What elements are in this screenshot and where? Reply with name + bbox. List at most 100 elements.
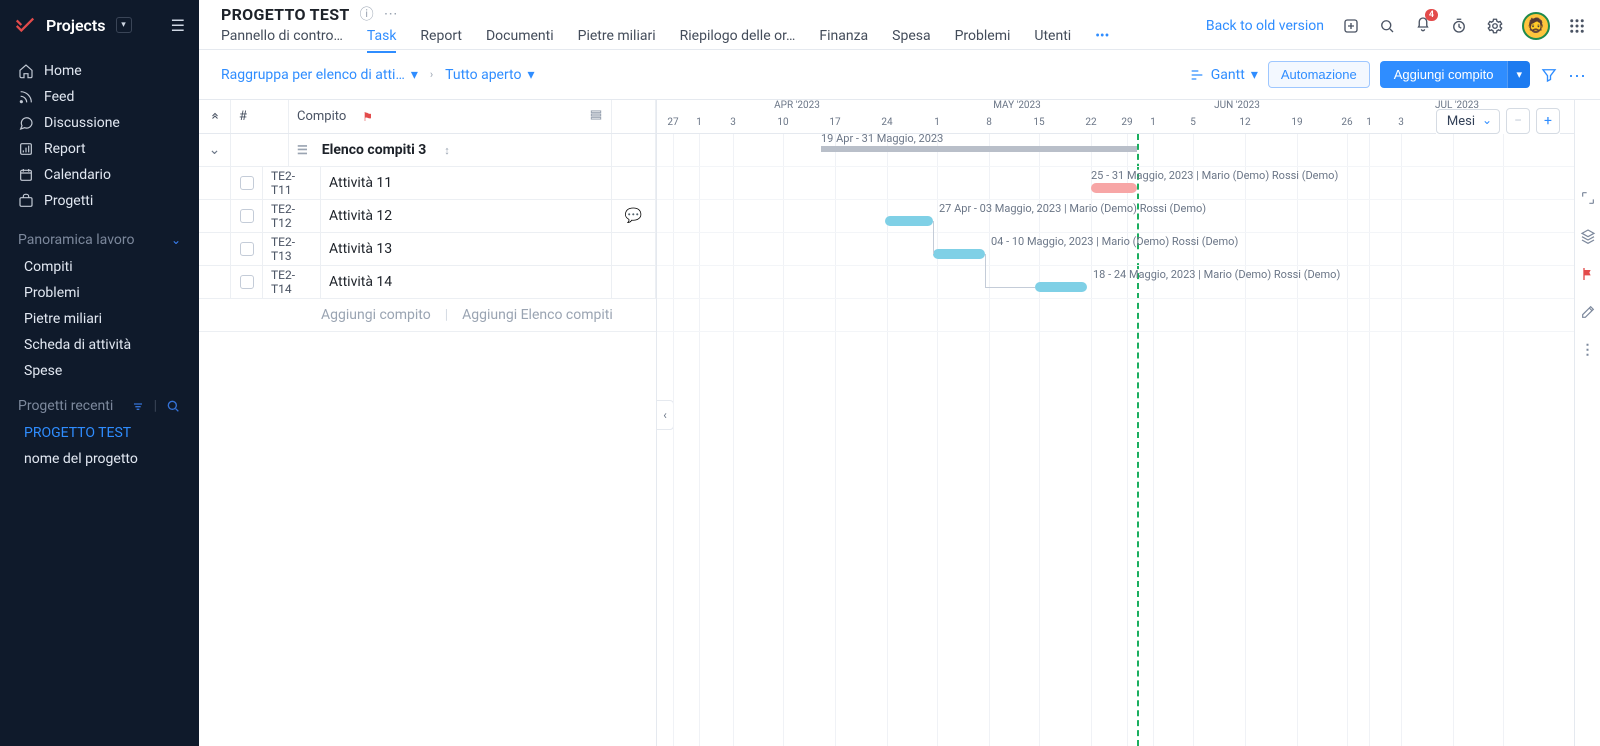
avatar[interactable]: 🧔 [1522,12,1550,40]
subnav-tasks[interactable]: Compiti [0,254,199,280]
nav-projects[interactable]: Progetti [0,188,199,214]
back-link[interactable]: Back to old version [1206,18,1324,34]
sidebar-header: Projects ▾ ☰ [0,0,199,50]
group-collapse-icon[interactable]: ⌄ [199,134,231,166]
gantt-body[interactable]: 19 Apr - 31 Maggio, 202325 - 31 Maggio, … [657,134,1574,746]
view-type-dropdown[interactable]: Gantt ▾ [1189,67,1258,83]
filter-icon[interactable] [1540,66,1558,84]
day-label: 3 [1398,117,1404,128]
subnav-timesheet[interactable]: Scheda di attività [0,332,199,358]
rail-expand-icon[interactable] [1580,190,1596,206]
nav-report[interactable]: Report [0,136,199,162]
zoom-out-button[interactable]: − [1506,108,1530,134]
more-icon[interactable]: ⋯ [384,6,398,22]
recent-sort-icon[interactable] [130,398,146,414]
task-id: TE2-T14 [263,266,321,298]
rail-layers-icon[interactable] [1580,228,1596,244]
task-name[interactable]: Attività 12 [321,200,612,232]
home-icon [18,63,34,79]
day-label: 19 [1291,117,1302,128]
subnav-milestones[interactable]: Pietre miliari [0,306,199,332]
recent-project-active[interactable]: PROGETTO TEST [0,420,199,446]
task-checkbox[interactable] [240,242,254,256]
gantt-icon [1189,67,1205,83]
apps-icon[interactable] [1568,17,1586,35]
search-icon[interactable] [1378,17,1396,35]
group-by-dropdown[interactable]: Raggruppa per elenco di atti… ▾ [221,67,418,83]
recent-divider: | [154,398,157,414]
comment-icon[interactable]: 💬 [625,208,642,224]
task-row[interactable]: TE2-T14 Attività 14 [199,266,656,299]
add-task-inline[interactable]: Aggiungi compito [321,307,431,323]
task-name[interactable]: Attività 13 [321,233,612,265]
subnav-expenses[interactable]: Spese [0,358,199,384]
more-actions-icon[interactable]: ⋯ [1568,66,1586,84]
add-list-inline[interactable]: Aggiungi Elenco compiti [462,307,613,323]
main: PROGETTO TEST ⓘ ⋯ Pannello di contro… Ta… [199,0,1600,746]
gantt-task-bar[interactable] [1091,183,1137,193]
task-checkbox[interactable] [240,176,254,190]
nav-home[interactable]: Home [0,58,199,84]
task-row[interactable]: TE2-T13 Attività 13 [199,233,656,266]
add-icon[interactable] [1342,17,1360,35]
work-section-title: Panoramica lavoro [18,232,134,248]
gantt-summary-bar[interactable] [821,146,1137,152]
sort-icon[interactable]: ↕ [444,144,450,157]
group-name: Elenco compiti 3 [322,142,427,158]
rail-edit-icon[interactable] [1580,304,1596,320]
automation-button[interactable]: Automazione [1268,61,1370,88]
rail-more-icon[interactable]: ⋮ [1580,342,1596,358]
timer-icon[interactable] [1450,17,1468,35]
top-bar: PROGETTO TEST ⓘ ⋯ Pannello di contro… Ta… [199,0,1600,50]
nav-feed[interactable]: Feed [0,84,199,110]
work-section-header[interactable]: Panoramica lavoro ⌄ [0,218,199,254]
task-name[interactable]: Attività 11 [321,167,612,199]
info-icon[interactable]: ⓘ [360,4,374,24]
chat-icon [18,115,34,131]
month-label: MAY '2023 [993,100,1041,111]
recent-project-1[interactable]: nome del progetto [0,446,199,472]
report-icon [18,141,34,157]
day-label: 26 [1341,117,1352,128]
zoom-select[interactable]: Mesi [1436,109,1500,134]
gantt-task-bar[interactable] [885,216,933,226]
task-id: TE2-T13 [263,233,321,265]
subnav-issues[interactable]: Problemi [0,280,199,306]
add-task-dropdown[interactable]: ▾ [1507,61,1530,88]
day-label: 29 [1121,117,1132,128]
collapse-all-icon[interactable] [199,100,231,133]
task-checkbox[interactable] [240,275,254,289]
task-checkbox[interactable] [240,209,254,223]
sidebar-collapse-icon[interactable]: ☰ [171,16,185,35]
expand-dropdown[interactable]: Tutto aperto ▾ [445,67,534,83]
brand-switcher[interactable]: ▾ [116,17,132,33]
trailing-column [612,100,656,133]
name-column-header[interactable]: Compito ⚑ [289,100,612,133]
title-row: PROGETTO TEST ⓘ ⋯ [221,4,1109,24]
gantt-task-bar[interactable] [1035,282,1087,292]
gantt-task-bar[interactable] [933,249,985,259]
id-column-header[interactable]: # [231,100,289,133]
settings-icon[interactable] [1486,17,1504,35]
day-label: 1 [696,117,702,128]
task-name[interactable]: Attività 14 [321,266,612,298]
nav-discussion[interactable]: Discussione [0,110,199,136]
briefcase-icon [18,193,34,209]
add-task-button[interactable]: Aggiungi compito [1380,61,1508,88]
day-label: 8 [986,117,992,128]
zoom-in-button[interactable]: + [1536,108,1560,134]
nav-calendar[interactable]: Calendario [0,162,199,188]
recent-search-icon[interactable] [165,398,181,414]
gantt-panel: ‹ APR '2023MAY '2023JUN '2023JUL '2023 2… [657,100,1574,746]
task-group-row[interactable]: ⌄ ☰ Elenco compiti 3 ↕ [199,134,656,167]
notifications[interactable]: 4 [1414,15,1432,37]
feed-icon [18,89,34,105]
task-row[interactable]: TE2-T12 Attività 12 💬 [199,200,656,233]
column-options-icon[interactable] [589,108,603,126]
day-label: 15 [1033,117,1044,128]
brand-logo-icon [14,14,36,36]
month-label: APR '2023 [774,100,820,111]
rail-flag-icon[interactable] [1580,266,1596,282]
task-row[interactable]: TE2-T11 Attività 11 [199,167,656,200]
day-label: 12 [1239,117,1250,128]
